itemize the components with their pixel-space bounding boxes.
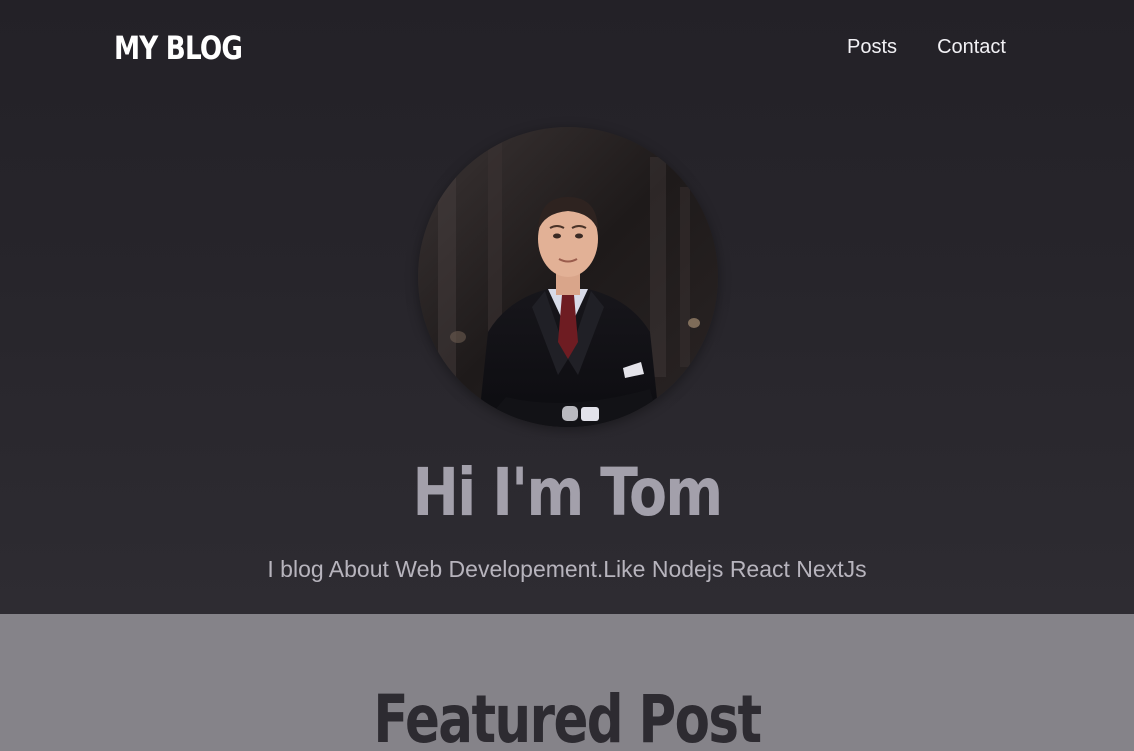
main-navigation: Posts Contact — [847, 34, 1006, 60]
page: MY BLOG Posts Contact Hi I'm Tom I blog … — [0, 0, 1134, 751]
hero-section: MY BLOG Posts Contact Hi I'm Tom I blog … — [0, 0, 1134, 614]
profile-photo-icon — [418, 127, 718, 427]
hero-title: Hi I'm Tom — [412, 454, 724, 531]
featured-posts-section: Featured Post — [0, 614, 1134, 751]
nav-link-contact[interactable]: Contact — [937, 34, 1006, 60]
nav-link-posts[interactable]: Posts — [847, 34, 897, 60]
featured-post-heading: Featured Post — [373, 681, 762, 751]
site-header: MY BLOG Posts Contact — [0, 0, 1134, 95]
avatar — [418, 127, 718, 427]
hero-subtitle: I blog About Web Developement.Like Nodej… — [267, 556, 867, 582]
site-logo[interactable]: MY BLOG — [114, 26, 243, 70]
hero: Hi I'm Tom I blog About Web Developement… — [0, 95, 1134, 614]
